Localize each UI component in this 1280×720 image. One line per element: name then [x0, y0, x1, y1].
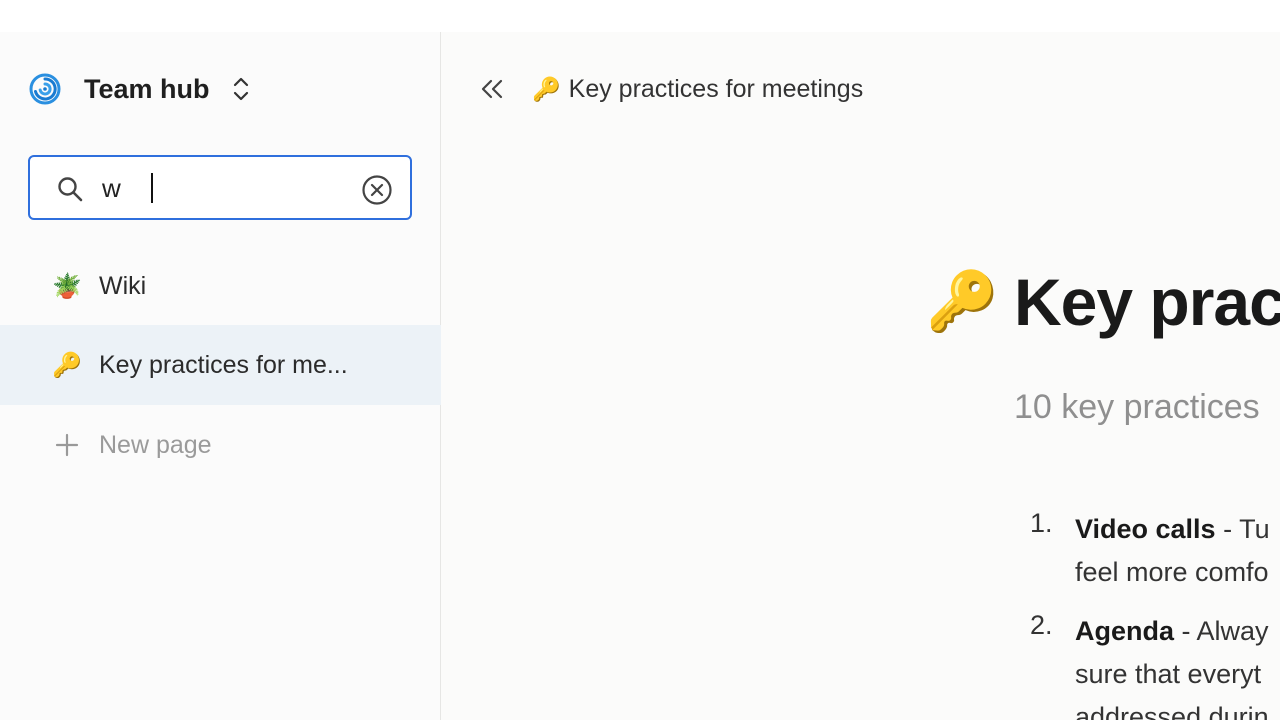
- list-text: - Tu: [1215, 514, 1270, 544]
- spiral-icon: [28, 72, 62, 106]
- sidebar: Team hub w 🪴 Wiki 🔑 Key practices for me…: [0, 32, 441, 720]
- search-input[interactable]: [102, 169, 352, 207]
- text-caret: [151, 173, 153, 203]
- list-item[interactable]: 1. Video calls - Tu feel more comfo: [1030, 508, 1280, 594]
- workspace-name: Team hub: [84, 73, 210, 104]
- new-page-button[interactable]: New page: [0, 405, 441, 485]
- app-window: Team hub w 🪴 Wiki 🔑 Key practices for me…: [0, 32, 1280, 720]
- list-text: feel more comfo: [1075, 557, 1269, 587]
- page-subtitle[interactable]: 10 key practices: [1014, 388, 1260, 427]
- search-icon: [56, 175, 84, 203]
- list-text: sure that everyt: [1075, 659, 1262, 689]
- list-item[interactable]: 2. Agenda - Alway sure that everyt addre…: [1030, 610, 1280, 720]
- potted-plant-icon: 🪴: [52, 272, 82, 300]
- list-number: 1.: [1030, 508, 1053, 538]
- page-title[interactable]: 🔑 Key prac: [926, 264, 1280, 340]
- list-number: 2.: [1030, 610, 1053, 640]
- list-term: Agenda: [1075, 616, 1175, 646]
- breadcrumb-label: Key practices for meetings: [568, 74, 864, 103]
- search-box[interactable]: [28, 155, 412, 220]
- numbered-list: 1. Video calls - Tu feel more comfo 2. A…: [1030, 508, 1280, 720]
- new-page-label: New page: [99, 430, 212, 459]
- sidebar-item-wiki[interactable]: 🪴 Wiki: [0, 246, 441, 326]
- page-title-text[interactable]: Key prac: [1014, 264, 1280, 340]
- key-icon: 🔑: [52, 351, 82, 379]
- sidebar-item-key-practices[interactable]: 🔑 Key practices for me...: [0, 325, 441, 405]
- key-icon[interactable]: 🔑: [926, 268, 998, 336]
- list-term: Video calls: [1075, 514, 1216, 544]
- sidebar-item-label: Wiki: [99, 271, 147, 300]
- plus-icon: [54, 432, 80, 458]
- double-chevron-left-icon[interactable]: [478, 76, 506, 102]
- list-text: - Alway: [1174, 616, 1269, 646]
- main-content: 🔑 Key practices for meetings 🔑 Key prac …: [442, 32, 1280, 720]
- workspace-switcher[interactable]: Team hub: [28, 70, 252, 108]
- sidebar-item-label: Key practices for me...: [99, 350, 348, 379]
- breadcrumb[interactable]: 🔑 Key practices for meetings: [532, 70, 863, 108]
- key-icon: 🔑: [532, 75, 561, 102]
- chevron-up-down-icon[interactable]: [232, 74, 252, 104]
- clear-circle-icon[interactable]: [361, 174, 393, 206]
- list-text: addressed durin: [1075, 702, 1269, 720]
